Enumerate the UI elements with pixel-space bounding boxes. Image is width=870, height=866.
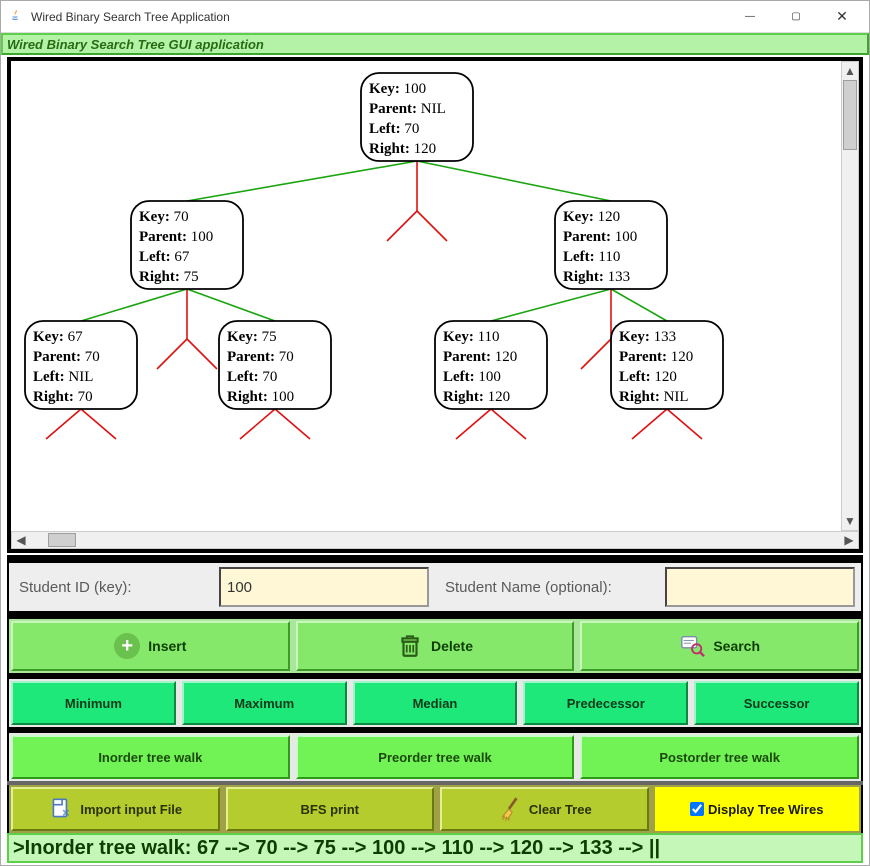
student-id-label: Student ID (key): bbox=[9, 563, 219, 611]
status-text: >Inorder tree walk: 67 --> 70 --> 75 -->… bbox=[13, 837, 660, 860]
bfs-label: BFS print bbox=[301, 802, 360, 817]
maximize-button[interactable]: ▢ bbox=[773, 1, 819, 33]
app-header-label: Wired Binary Search Tree GUI application bbox=[7, 37, 264, 52]
successor-label: Successor bbox=[744, 696, 810, 711]
svg-text:Parent: 70: Parent: 70 bbox=[227, 349, 294, 365]
svg-text:Parent: 120: Parent: 120 bbox=[443, 349, 517, 365]
delete-label: Delete bbox=[431, 638, 473, 654]
java-icon bbox=[5, 7, 25, 27]
tree-svg: Key: 100 Parent: NIL Left: 70 Right: 120 Key… bbox=[11, 61, 851, 531]
action-row-2: Minimum Maximum Median Predecessor Succe… bbox=[7, 679, 863, 727]
predecessor-button[interactable]: Predecessor bbox=[523, 681, 688, 725]
plus-icon: + bbox=[114, 633, 140, 659]
app-header: Wired Binary Search Tree GUI application bbox=[1, 33, 869, 55]
median-button[interactable]: Median bbox=[353, 681, 518, 725]
svg-text:Left: NIL: Left: NIL bbox=[33, 369, 93, 385]
clear-tree-button[interactable]: Clear Tree bbox=[440, 787, 649, 831]
svg-text:Key: 67: Key: 67 bbox=[33, 329, 83, 345]
divider bbox=[7, 555, 863, 563]
svg-text:Right: 120: Right: 120 bbox=[369, 141, 436, 157]
action-row-1: + Insert Delete Search bbox=[7, 619, 863, 673]
svg-text:Key: 120: Key: 120 bbox=[563, 209, 620, 225]
successor-button[interactable]: Successor bbox=[694, 681, 859, 725]
window-title: Wired Binary Search Tree Application bbox=[31, 10, 230, 24]
minimize-button[interactable]: — bbox=[727, 1, 773, 33]
preorder-label: Preorder tree walk bbox=[378, 750, 491, 765]
display-wires-cell[interactable]: Display Tree Wires bbox=[655, 787, 860, 831]
svg-text:Left: 100: Left: 100 bbox=[443, 369, 501, 385]
minimum-button[interactable]: Minimum bbox=[11, 681, 176, 725]
svg-text:Right: 70: Right: 70 bbox=[33, 389, 93, 405]
delete-button[interactable]: Delete bbox=[296, 621, 575, 671]
svg-text:Left: 70: Left: 70 bbox=[227, 369, 277, 385]
action-row-3: Inorder tree walk Preorder tree walk Pos… bbox=[7, 733, 863, 781]
minimum-label: Minimum bbox=[65, 696, 122, 711]
search-form-icon bbox=[679, 633, 705, 659]
clear-label: Clear Tree bbox=[529, 802, 592, 817]
divider bbox=[7, 611, 863, 619]
h-scroll-thumb[interactable] bbox=[48, 533, 76, 547]
svg-text:Key: 70: Key: 70 bbox=[139, 209, 189, 225]
file-icon bbox=[48, 796, 74, 822]
input-row: Student ID (key): 100 Student Name (opti… bbox=[7, 563, 863, 611]
scroll-up-icon[interactable]: ▲ bbox=[842, 62, 858, 80]
tree-canvas-frame: Key: 100 Parent: NIL Left: 70 Right: 120 Key… bbox=[7, 57, 863, 553]
action-row-4: Import input File BFS print Clear Tree D… bbox=[7, 785, 863, 833]
student-name-input[interactable] bbox=[665, 567, 855, 607]
h-scroll-track[interactable] bbox=[30, 532, 840, 548]
bfs-print-button[interactable]: BFS print bbox=[226, 787, 435, 831]
student-id-input[interactable]: 100 bbox=[219, 567, 429, 607]
v-scroll-thumb[interactable] bbox=[843, 80, 857, 150]
search-label: Search bbox=[713, 638, 760, 654]
import-label: Import input File bbox=[80, 802, 182, 817]
svg-text:Parent: NIL: Parent: NIL bbox=[369, 101, 446, 117]
predecessor-label: Predecessor bbox=[567, 696, 645, 711]
student-id-value: 100 bbox=[227, 579, 252, 596]
svg-text:Left: 67: Left: 67 bbox=[139, 249, 190, 265]
svg-text:Key: 75: Key: 75 bbox=[227, 329, 277, 345]
svg-text:Left: 120: Left: 120 bbox=[619, 369, 677, 385]
trash-icon bbox=[397, 633, 423, 659]
display-wires-checkbox[interactable] bbox=[690, 802, 704, 816]
postorder-label: Postorder tree walk bbox=[659, 750, 780, 765]
inorder-label: Inorder tree walk bbox=[98, 750, 202, 765]
median-label: Median bbox=[413, 696, 458, 711]
maximum-button[interactable]: Maximum bbox=[182, 681, 347, 725]
scroll-left-icon[interactable]: ◀ bbox=[12, 532, 30, 548]
maximum-label: Maximum bbox=[234, 696, 294, 711]
svg-text:Parent: 100: Parent: 100 bbox=[563, 229, 637, 245]
svg-text:Right: 100: Right: 100 bbox=[227, 389, 294, 405]
tree-canvas: Key: 100 Parent: NIL Left: 70 Right: 120 Key… bbox=[11, 61, 859, 549]
scroll-down-icon[interactable]: ▼ bbox=[842, 512, 858, 530]
import-button[interactable]: Import input File bbox=[11, 787, 220, 831]
search-button[interactable]: Search bbox=[580, 621, 859, 671]
svg-text:Key: 100: Key: 100 bbox=[369, 81, 426, 97]
v-scroll-track[interactable] bbox=[842, 80, 858, 512]
svg-text:Key: 133: Key: 133 bbox=[619, 329, 676, 345]
horizontal-scrollbar[interactable]: ◀ ▶ bbox=[11, 531, 859, 549]
insert-label: Insert bbox=[148, 638, 186, 654]
status-bar: >Inorder tree walk: 67 --> 70 --> 75 -->… bbox=[7, 833, 863, 863]
window-titlebar: Wired Binary Search Tree Application — ▢… bbox=[1, 1, 869, 33]
svg-text:Right: 75: Right: 75 bbox=[139, 269, 199, 285]
broom-icon bbox=[497, 796, 523, 822]
postorder-button[interactable]: Postorder tree walk bbox=[580, 735, 859, 779]
scroll-right-icon[interactable]: ▶ bbox=[840, 532, 858, 548]
display-wires-label: Display Tree Wires bbox=[708, 802, 824, 817]
vertical-scrollbar[interactable]: ▲ ▼ bbox=[841, 61, 859, 531]
preorder-button[interactable]: Preorder tree walk bbox=[296, 735, 575, 779]
svg-text:Right: NIL: Right: NIL bbox=[619, 389, 689, 405]
svg-text:Left: 110: Left: 110 bbox=[563, 249, 620, 265]
insert-button[interactable]: + Insert bbox=[11, 621, 290, 671]
student-name-label: Student Name (optional): bbox=[435, 563, 665, 611]
svg-text:Parent: 120: Parent: 120 bbox=[619, 349, 693, 365]
svg-text:Right: 133: Right: 133 bbox=[563, 269, 630, 285]
inorder-button[interactable]: Inorder tree walk bbox=[11, 735, 290, 779]
svg-text:Key: 110: Key: 110 bbox=[443, 329, 500, 345]
close-button[interactable]: ✕ bbox=[819, 1, 865, 33]
svg-text:Right: 120: Right: 120 bbox=[443, 389, 510, 405]
svg-text:Parent: 70: Parent: 70 bbox=[33, 349, 100, 365]
svg-text:Left: 70: Left: 70 bbox=[369, 121, 419, 137]
svg-text:Parent: 100: Parent: 100 bbox=[139, 229, 213, 245]
